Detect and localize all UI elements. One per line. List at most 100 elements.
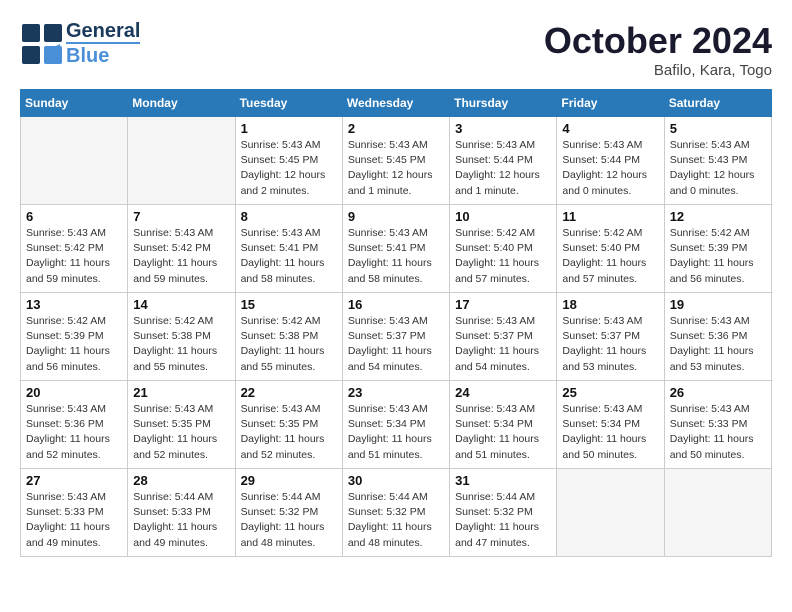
day-number: 29: [241, 473, 337, 488]
calendar-cell: 17 Sunrise: 5:43 AMSunset: 5:37 PMDayligh…: [450, 293, 557, 381]
calendar-header-row: SundayMondayTuesdayWednesdayThursdayFrid…: [21, 90, 772, 117]
calendar-cell: 16 Sunrise: 5:43 AMSunset: 5:37 PMDayligh…: [342, 293, 449, 381]
day-header-friday: Friday: [557, 90, 664, 117]
calendar-cell: 11Sunrise: 5:42 AMSunset: 5:40 PMDayligh…: [557, 205, 664, 293]
calendar-cell: 31Sunrise: 5:44 AMSunset: 5:32 PMDayligh…: [450, 469, 557, 557]
calendar-cell: 8 Sunrise: 5:43 AMSunset: 5:41 PMDaylight…: [235, 205, 342, 293]
day-number: 28: [133, 473, 229, 488]
day-header-sunday: Sunday: [21, 90, 128, 117]
day-number: 10: [455, 209, 551, 224]
calendar-cell: 24Sunrise: 5:43 AMSunset: 5:34 PMDayligh…: [450, 381, 557, 469]
day-info: Sunrise: 5:43 AMSunset: 5:33 PMDaylight:…: [26, 490, 122, 551]
day-info: Sunrise: 5:42 AMSunset: 5:40 PMDaylight:…: [562, 226, 658, 287]
day-info: Sunrise: 5:44 AMSunset: 5:32 PMDaylight:…: [348, 490, 444, 551]
day-number: 14: [133, 297, 229, 312]
day-info: Sunrise: 5:43 AMSunset: 5:45 PMDaylight:…: [348, 138, 444, 199]
day-number: 16: [348, 297, 444, 312]
calendar-cell: 28 Sunrise: 5:44 AMSunset: 5:33 PMDayligh…: [128, 469, 235, 557]
day-number: 17: [455, 297, 551, 312]
day-info: Sunrise: 5:43 AMSunset: 5:37 PMDaylight:…: [562, 314, 658, 375]
day-info: Sunrise: 5:43 AMSunset: 5:34 PMDaylight:…: [348, 402, 444, 463]
calendar-cell: 2 Sunrise: 5:43 AMSunset: 5:45 PMDaylight…: [342, 117, 449, 205]
calendar-cell: 20 Sunrise: 5:43 AMSunset: 5:36 PMDayligh…: [21, 381, 128, 469]
day-info: Sunrise: 5:43 AMSunset: 5:41 PMDaylight:…: [241, 226, 337, 287]
day-info: Sunrise: 5:43 AMSunset: 5:44 PMDaylight:…: [455, 138, 551, 199]
day-number: 8: [241, 209, 337, 224]
day-number: 20: [26, 385, 122, 400]
day-number: 2: [348, 121, 444, 136]
calendar-cell: 6 Sunrise: 5:43 AMSunset: 5:42 PMDaylight…: [21, 205, 128, 293]
day-info: Sunrise: 5:42 AMSunset: 5:40 PMDaylight:…: [455, 226, 551, 287]
day-number: 1: [241, 121, 337, 136]
calendar-cell: 7 Sunrise: 5:43 AMSunset: 5:42 PMDaylight…: [128, 205, 235, 293]
day-number: 19: [670, 297, 766, 312]
day-number: 26: [670, 385, 766, 400]
week-row-5: 27 Sunrise: 5:43 AMSunset: 5:33 PMDayligh…: [21, 469, 772, 557]
calendar: SundayMondayTuesdayWednesdayThursdayFrid…: [20, 89, 772, 557]
calendar-cell: 19 Sunrise: 5:43 AMSunset: 5:36 PMDayligh…: [664, 293, 771, 381]
day-header-tuesday: Tuesday: [235, 90, 342, 117]
day-info: Sunrise: 5:43 AMSunset: 5:33 PMDaylight:…: [670, 402, 766, 463]
calendar-cell: 10 Sunrise: 5:42 AMSunset: 5:40 PMDayligh…: [450, 205, 557, 293]
day-number: 7: [133, 209, 229, 224]
calendar-cell: 29 Sunrise: 5:44 AMSunset: 5:32 PMDayligh…: [235, 469, 342, 557]
day-info: Sunrise: 5:42 AMSunset: 5:39 PMDaylight:…: [670, 226, 766, 287]
day-number: 31: [455, 473, 551, 488]
day-number: 18: [562, 297, 658, 312]
calendar-cell: 30 Sunrise: 5:44 AMSunset: 5:32 PMDayligh…: [342, 469, 449, 557]
week-row-3: 13 Sunrise: 5:42 AMSunset: 5:39 PMDayligh…: [21, 293, 772, 381]
day-number: 5: [670, 121, 766, 136]
day-number: 21: [133, 385, 229, 400]
day-info: Sunrise: 5:43 AMSunset: 5:34 PMDaylight:…: [562, 402, 658, 463]
month-title: October 2024: [544, 20, 772, 62]
logo-general: General: [66, 20, 140, 42]
calendar-cell: [128, 117, 235, 205]
calendar-cell: 1 Sunrise: 5:43 AMSunset: 5:45 PMDaylight…: [235, 117, 342, 205]
title-section: October 2024 Bafilo, Kara, Togo: [544, 20, 772, 79]
logo: General Blue: [20, 20, 140, 67]
day-info: Sunrise: 5:42 AMSunset: 5:38 PMDaylight:…: [241, 314, 337, 375]
day-number: 4: [562, 121, 658, 136]
day-number: 23: [348, 385, 444, 400]
day-info: Sunrise: 5:43 AMSunset: 5:43 PMDaylight:…: [670, 138, 766, 199]
day-info: Sunrise: 5:43 AMSunset: 5:35 PMDaylight:…: [133, 402, 229, 463]
day-number: 30: [348, 473, 444, 488]
calendar-cell: 21 Sunrise: 5:43 AMSunset: 5:35 PMDayligh…: [128, 381, 235, 469]
day-info: Sunrise: 5:43 AMSunset: 5:37 PMDaylight:…: [455, 314, 551, 375]
day-info: Sunrise: 5:44 AMSunset: 5:33 PMDaylight:…: [133, 490, 229, 551]
day-number: 27: [26, 473, 122, 488]
day-header-thursday: Thursday: [450, 90, 557, 117]
day-info: Sunrise: 5:43 AMSunset: 5:36 PMDaylight:…: [670, 314, 766, 375]
page-header: General Blue October 2024 Bafilo, Kara, …: [20, 20, 772, 79]
calendar-cell: 26 Sunrise: 5:43 AMSunset: 5:33 PMDayligh…: [664, 381, 771, 469]
calendar-cell: 27 Sunrise: 5:43 AMSunset: 5:33 PMDayligh…: [21, 469, 128, 557]
logo-blue: Blue: [66, 42, 140, 67]
day-info: Sunrise: 5:43 AMSunset: 5:45 PMDaylight:…: [241, 138, 337, 199]
day-number: 24: [455, 385, 551, 400]
calendar-cell: 5 Sunrise: 5:43 AMSunset: 5:43 PMDaylight…: [664, 117, 771, 205]
day-number: 6: [26, 209, 122, 224]
day-info: Sunrise: 5:43 AMSunset: 5:42 PMDaylight:…: [26, 226, 122, 287]
week-row-4: 20 Sunrise: 5:43 AMSunset: 5:36 PMDayligh…: [21, 381, 772, 469]
calendar-cell: 15Sunrise: 5:42 AMSunset: 5:38 PMDayligh…: [235, 293, 342, 381]
day-info: Sunrise: 5:42 AMSunset: 5:39 PMDaylight:…: [26, 314, 122, 375]
calendar-cell: 25 Sunrise: 5:43 AMSunset: 5:34 PMDayligh…: [557, 381, 664, 469]
day-number: 13: [26, 297, 122, 312]
day-info: Sunrise: 5:43 AMSunset: 5:37 PMDaylight:…: [348, 314, 444, 375]
calendar-cell: 4Sunrise: 5:43 AMSunset: 5:44 PMDaylight…: [557, 117, 664, 205]
day-info: Sunrise: 5:44 AMSunset: 5:32 PMDaylight:…: [241, 490, 337, 551]
calendar-cell: [557, 469, 664, 557]
day-number: 12: [670, 209, 766, 224]
day-number: 25: [562, 385, 658, 400]
calendar-cell: 18 Sunrise: 5:43 AMSunset: 5:37 PMDayligh…: [557, 293, 664, 381]
calendar-cell: [664, 469, 771, 557]
calendar-cell: [21, 117, 128, 205]
calendar-cell: 22Sunrise: 5:43 AMSunset: 5:35 PMDayligh…: [235, 381, 342, 469]
day-header-monday: Monday: [128, 90, 235, 117]
location: Bafilo, Kara, Togo: [544, 62, 772, 79]
day-header-wednesday: Wednesday: [342, 90, 449, 117]
day-info: Sunrise: 5:43 AMSunset: 5:42 PMDaylight:…: [133, 226, 229, 287]
day-info: Sunrise: 5:43 AMSunset: 5:36 PMDaylight:…: [26, 402, 122, 463]
calendar-cell: 9Sunrise: 5:43 AMSunset: 5:41 PMDaylight…: [342, 205, 449, 293]
day-number: 22: [241, 385, 337, 400]
